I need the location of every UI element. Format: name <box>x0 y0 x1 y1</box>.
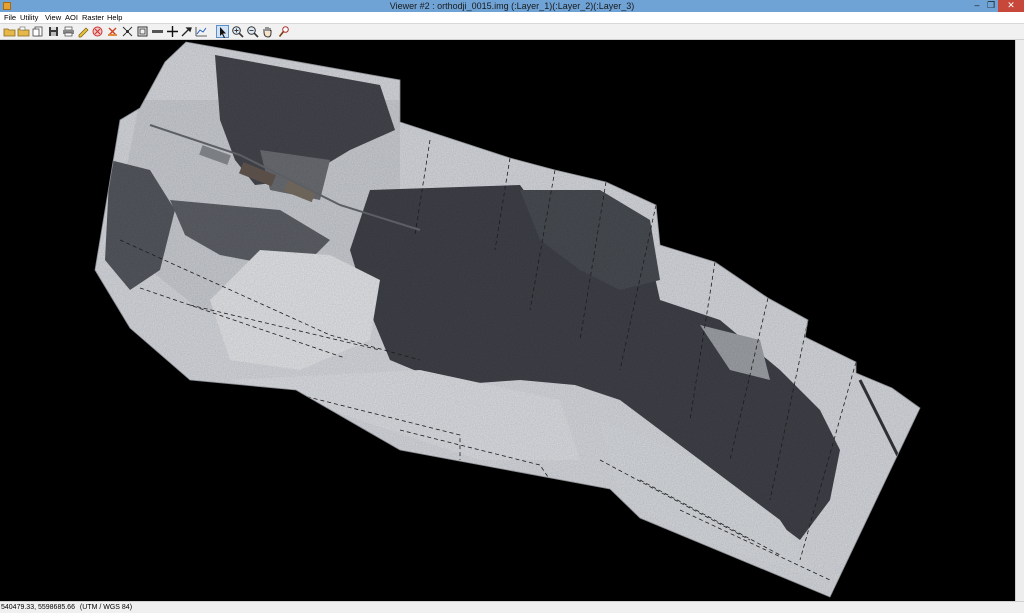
window-controls: – ❐ ✕ <box>970 0 1024 12</box>
restore-button[interactable]: ❐ <box>984 0 998 12</box>
menu-aoi[interactable]: AOI <box>65 12 78 23</box>
profile-icon[interactable] <box>195 25 208 38</box>
edit-tool-icon[interactable] <box>180 25 193 38</box>
open-layer-icon[interactable] <box>17 25 30 38</box>
menu-file[interactable]: File <box>4 12 16 23</box>
toolbar <box>0 23 1024 40</box>
menu-utility[interactable]: Utility <box>20 12 38 23</box>
fit-to-frame-icon[interactable] <box>121 25 134 38</box>
print-icon[interactable] <box>62 25 75 38</box>
projection-label: (UTM / WGS 84) <box>79 604 133 611</box>
inquire-icon[interactable] <box>278 25 291 38</box>
zoom-out-icon[interactable] <box>246 25 259 38</box>
measure-icon[interactable] <box>151 25 164 38</box>
pan-hand-icon[interactable] <box>261 25 274 38</box>
clear-icon[interactable] <box>106 25 119 38</box>
orthomosaic-image <box>94 41 921 598</box>
open-folder-icon[interactable] <box>3 25 16 38</box>
select-pointer-icon[interactable] <box>216 25 229 38</box>
menu-raster[interactable]: Raster <box>82 12 104 23</box>
save-icon[interactable] <box>47 25 60 38</box>
minimize-button[interactable]: – <box>970 0 984 12</box>
menu-help[interactable]: Help <box>107 12 122 23</box>
vertical-scrollbar[interactable] <box>1015 40 1024 601</box>
viewer-canvas[interactable] <box>0 40 1015 601</box>
menu-bar: File Utility View AOI Raster Help <box>0 12 1024 23</box>
status-bar: 540479.33, 5598685.66 (UTM / WGS 84) <box>0 601 1024 613</box>
menu-view[interactable]: View <box>45 12 61 23</box>
close-button[interactable]: ✕ <box>998 0 1024 12</box>
zoom-in-icon[interactable] <box>231 25 244 38</box>
close-layer-icon[interactable] <box>91 25 104 38</box>
crosshair-icon[interactable] <box>166 25 179 38</box>
full-extent-icon[interactable] <box>136 25 149 38</box>
window-title: Viewer #2 : orthodji_0015.img (:Layer_1)… <box>389 1 635 11</box>
coordinate-readout: 540479.33, 5598685.66 <box>1 604 75 611</box>
title-bar: Viewer #2 : orthodji_0015.img (:Layer_1)… <box>0 0 1024 12</box>
new-window-icon[interactable] <box>32 25 45 38</box>
edit-icon[interactable] <box>77 25 90 38</box>
